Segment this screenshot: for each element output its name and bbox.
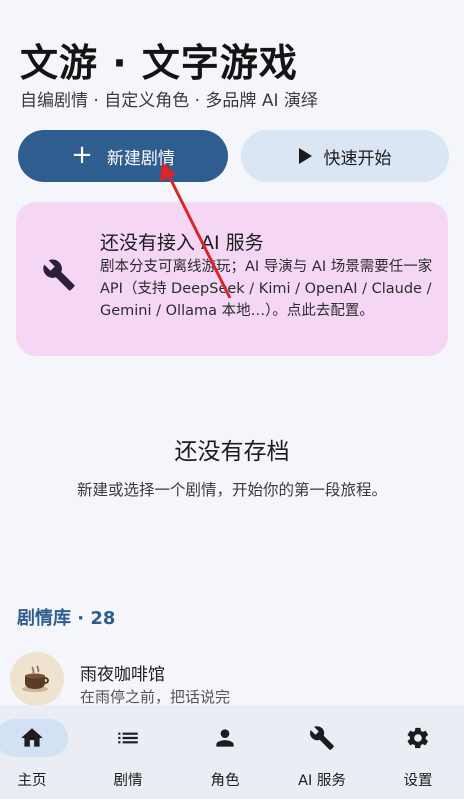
new-story-label: 新建剧情	[106, 148, 175, 169]
list-icon	[118, 732, 138, 744]
ai-alert-title: 还没有接入 AI 服务	[100, 232, 264, 254]
nav-item-stories[interactable]: 剧情	[82, 705, 174, 799]
ai-alert-description: 剧本分支可离线游玩；AI 导演与 AI 场景需要任一家 API（支持 DeepS…	[100, 259, 433, 319]
nav-label-characters: 角色	[210, 773, 240, 789]
library-header: 剧情库 · 28	[17, 608, 116, 629]
gear-icon	[407, 727, 429, 749]
new-story-button[interactable]: + 新建剧情	[18, 130, 228, 182]
nav-label-stories: 剧情	[113, 773, 143, 789]
quick-start-button[interactable]: 快速开始	[241, 130, 449, 182]
list-item[interactable]: 雨夜咖啡馆 在雨停之前，把话说完	[0, 648, 464, 708]
nav-label-home: 主页	[17, 773, 47, 789]
empty-saves-description: 新建或选择一个剧情，开始你的第一段旅程。	[76, 481, 387, 499]
app-title: 文游 · 文字游戏	[20, 41, 298, 85]
nav-item-settings[interactable]: 设置	[372, 705, 464, 799]
home-icon	[21, 728, 43, 747]
coffee-cup-icon	[10, 652, 64, 706]
play-icon	[298, 148, 312, 164]
nav-item-characters[interactable]: 角色	[179, 705, 271, 799]
nav-item-home[interactable]: 主页	[0, 705, 78, 799]
ai-service-alert-card[interactable]: 还没有接入 AI 服务 剧本分支可离线游玩；AI 导演与 AI 场景需要任一家 …	[16, 202, 448, 356]
nav-label-ai-service: AI 服务	[298, 773, 346, 789]
bottom-navigation: 主页 剧情 角色 AI 服务 设置	[0, 705, 464, 799]
app-subtitle: 自编剧情 · 自定义角色 · 多品牌 AI 演绎	[20, 91, 318, 111]
quick-start-label: 快速开始	[323, 148, 392, 169]
nav-label-settings: 设置	[403, 773, 433, 789]
story-subtitle: 在雨停之前，把话说完	[80, 688, 231, 706]
person-icon	[216, 729, 234, 747]
story-title: 雨夜咖啡馆	[80, 665, 165, 685]
wrench-icon	[43, 259, 75, 291]
empty-saves-title: 还没有存档	[174, 439, 290, 465]
plus-icon: +	[71, 140, 93, 170]
wrench-icon	[310, 726, 334, 750]
nav-item-ai-service[interactable]: AI 服务	[276, 705, 368, 799]
